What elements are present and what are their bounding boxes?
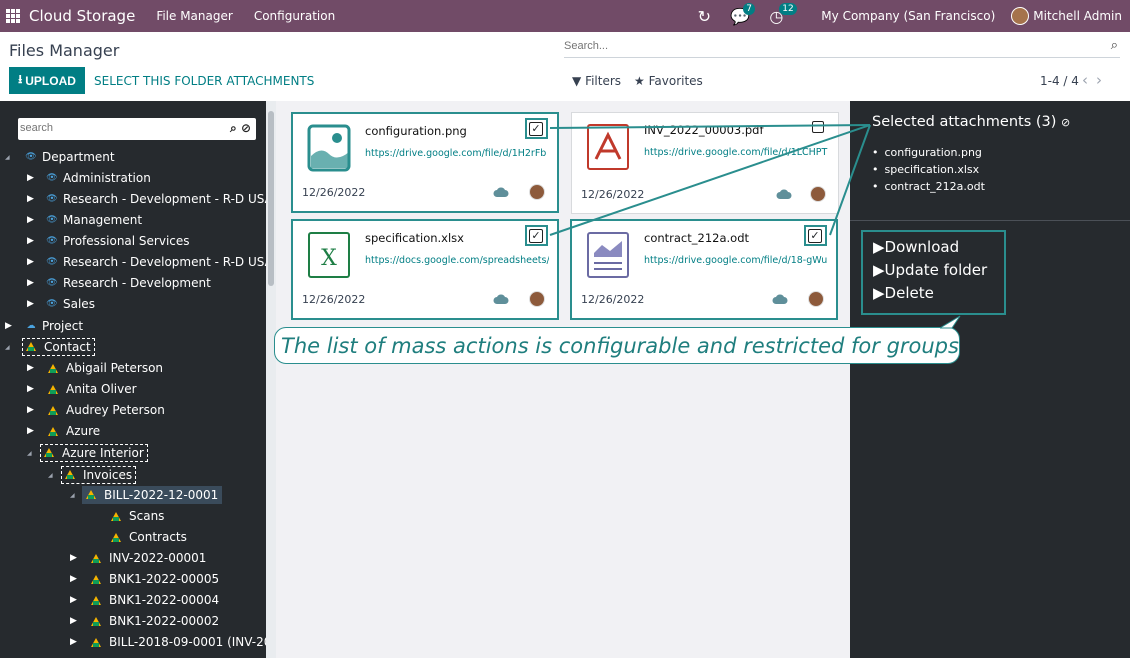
callout-tail bbox=[940, 315, 961, 329]
annotation-line bbox=[549, 124, 871, 236]
annotation-line bbox=[549, 124, 871, 129]
callout-text: The list of mass actions is configurable… bbox=[281, 333, 959, 358]
annotation-callout: The list of mass actions is configurable… bbox=[274, 327, 960, 364]
annotation-line bbox=[829, 124, 871, 236]
